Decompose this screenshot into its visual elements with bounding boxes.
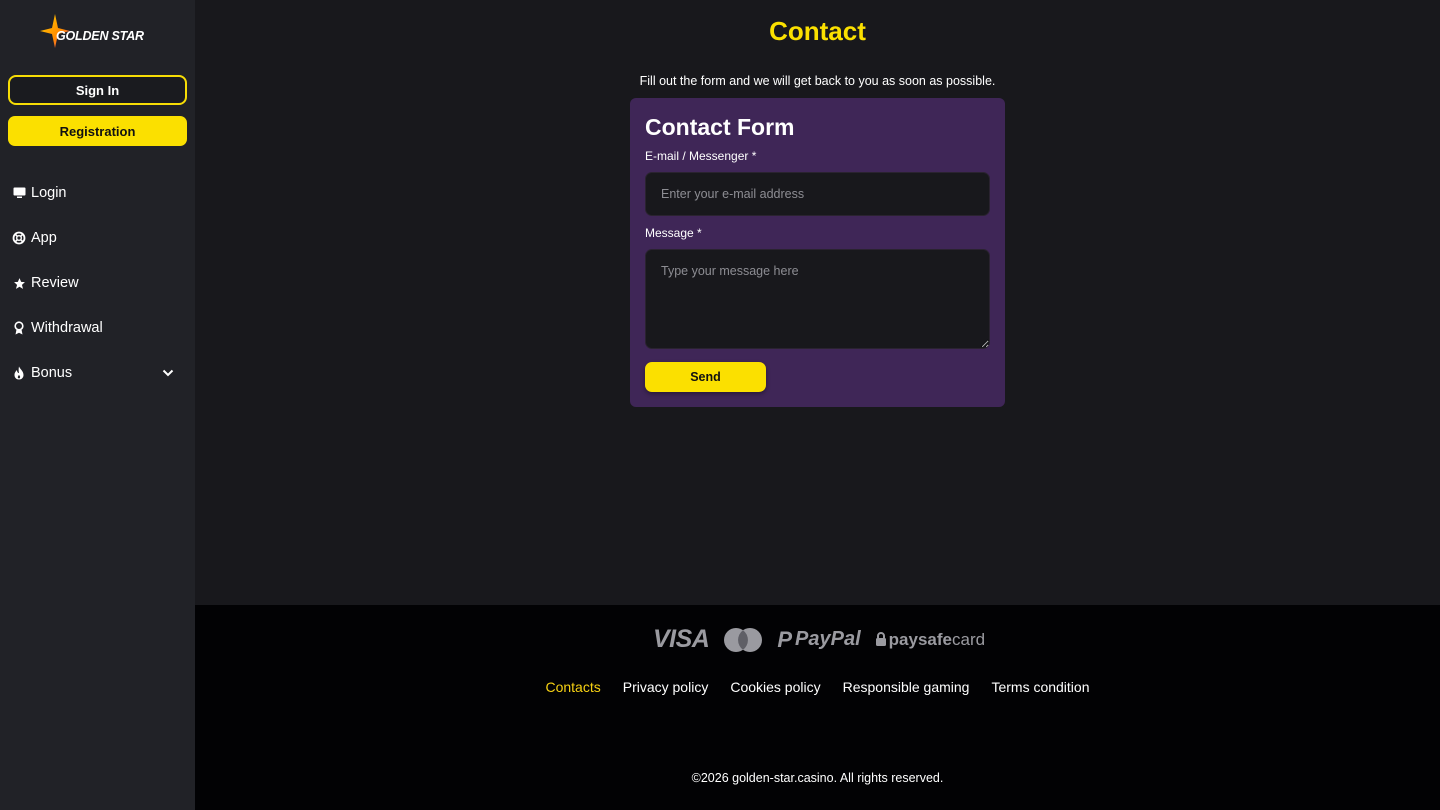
sidebar-item-label: Bonus — [31, 365, 73, 381]
page-subtitle: Fill out the form and we will get back t… — [639, 74, 996, 88]
email-label: E-mail / Messenger * — [645, 149, 757, 163]
logo-text: GOLDEN STAR — [56, 29, 144, 43]
lock-icon — [875, 632, 886, 646]
paypal-icon: P — [777, 626, 793, 652]
sidebar-item-label: Review — [31, 275, 79, 291]
star-icon — [12, 276, 26, 290]
footer-link-privacy-policy[interactable]: Privacy policy — [623, 679, 709, 695]
footer: VISA P PayPal paysafe card Contacts Priva… — [195, 605, 1440, 810]
paypal-logo: P PayPal — [777, 627, 860, 653]
monitor-icon — [12, 186, 26, 200]
sidebar: GOLDEN STAR Sign In Registration Login A… — [0, 0, 195, 810]
paypal-wordmark: PayPal — [795, 628, 861, 650]
sidebar-item-review[interactable]: Review — [12, 272, 182, 294]
card-text: card — [951, 629, 986, 649]
paysafecard-logo: paysafe card — [875, 630, 985, 650]
visa-logo: VISA — [653, 625, 710, 653]
payment-methods: VISA P PayPal paysafe card — [653, 625, 985, 654]
page-title: Contact — [769, 16, 866, 46]
chevron-down-icon[interactable] — [162, 365, 174, 381]
form-title: Contact Form — [645, 114, 795, 140]
paysafe-text: paysafe — [888, 629, 952, 649]
award-icon — [12, 321, 26, 335]
sidebar-item-bonus[interactable]: Bonus — [12, 362, 182, 384]
contact-form: Contact Form E-mail / Messenger * Messag… — [630, 98, 1005, 407]
lifebuoy-icon — [12, 231, 26, 245]
footer-link-responsible-gaming[interactable]: Responsible gaming — [843, 679, 970, 695]
footer-links: Contacts Privacy policy Cookies policy R… — [195, 679, 1440, 695]
footer-link-cookies-policy[interactable]: Cookies policy — [730, 679, 820, 695]
registration-button[interactable]: Registration — [8, 116, 187, 146]
sidebar-item-label: Login — [31, 185, 67, 201]
fire-icon — [12, 366, 26, 380]
mastercard-icon — [723, 627, 763, 653]
sidebar-item-login[interactable]: Login — [12, 182, 182, 204]
copyright: ©2026 golden-star.casino. All rights res… — [691, 771, 944, 785]
sign-in-button[interactable]: Sign In — [8, 75, 187, 105]
email-field[interactable] — [645, 172, 990, 216]
sidebar-item-label: App — [31, 230, 57, 246]
message-field[interactable] — [645, 249, 990, 349]
message-label: Message * — [645, 226, 702, 240]
sidebar-item-app[interactable]: App — [12, 227, 182, 249]
logo[interactable]: GOLDEN STAR — [40, 14, 152, 48]
send-button[interactable]: Send — [645, 362, 766, 392]
footer-link-terms-condition[interactable]: Terms condition — [991, 679, 1089, 695]
sidebar-item-withdrawal[interactable]: Withdrawal — [12, 317, 182, 339]
footer-link-contacts[interactable]: Contacts — [545, 679, 600, 695]
sidebar-item-label: Withdrawal — [31, 320, 103, 336]
